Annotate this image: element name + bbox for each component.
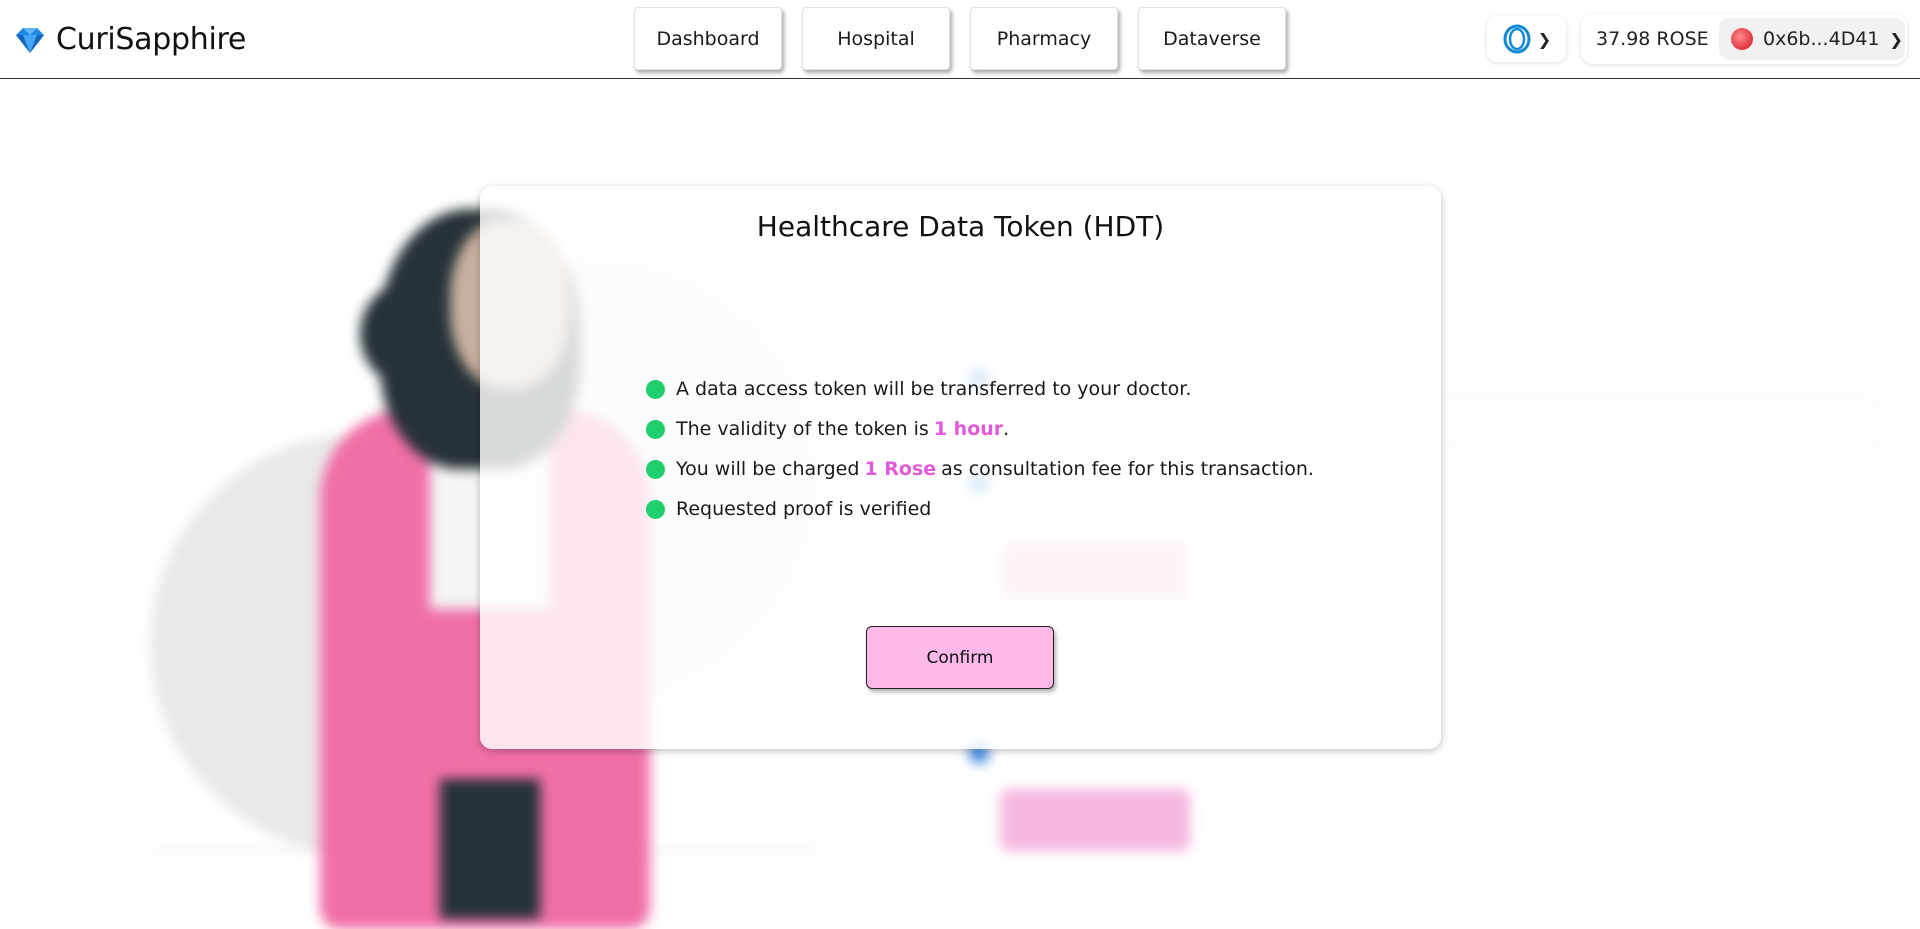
green-check-dot-icon xyxy=(646,459,665,479)
confirm-button[interactable]: Confirm xyxy=(866,626,1054,689)
oasis-ring-icon xyxy=(1503,24,1531,54)
wallet-widget: 37.98 ROSE 0x6b...4D41 ❯ xyxy=(1581,14,1907,64)
nav-dataverse-button[interactable]: Dataverse xyxy=(1138,7,1286,70)
checklist-text: . xyxy=(1003,418,1010,440)
account-address: 0x6b...4D41 xyxy=(1763,28,1880,50)
checklist-item: You will be charged 1 Rose as consultati… xyxy=(646,449,1314,489)
main-nav: Dashboard Hospital Pharmacy Dataverse xyxy=(634,7,1286,70)
brand-name: CuriSapphire xyxy=(56,22,247,57)
checklist-text: Requested proof is verified xyxy=(676,498,932,520)
brand-logo[interactable]: CuriSapphire xyxy=(14,22,246,57)
checklist-item: The validity of the token is 1 hour . xyxy=(646,409,1314,449)
wallet-balance[interactable]: 37.98 ROSE xyxy=(1581,28,1715,50)
chevron-down-icon: ❯ xyxy=(1889,29,1903,49)
account-avatar xyxy=(1731,28,1753,50)
checklist-item: A data access token will be transferred … xyxy=(646,369,1314,409)
checklist: A data access token will be transferred … xyxy=(646,369,1314,529)
sapphire-gem-icon xyxy=(16,27,44,53)
network-selector[interactable]: ❯ xyxy=(1487,16,1566,62)
checklist-text: The validity of the token is xyxy=(676,418,929,440)
top-navbar: CuriSapphire Dashboard Hospital Pharmacy… xyxy=(0,0,1920,79)
green-check-dot-icon xyxy=(646,379,665,399)
bg-button xyxy=(1000,789,1190,851)
fee-highlight: 1 Rose xyxy=(864,458,937,480)
green-check-dot-icon xyxy=(646,499,665,519)
checklist-item: Requested proof is verified xyxy=(646,489,1314,529)
nav-dashboard-button[interactable]: Dashboard xyxy=(634,7,782,70)
checklist-text: You will be charged xyxy=(676,458,860,480)
account-button[interactable]: 0x6b...4D41 ❯ xyxy=(1719,18,1905,60)
validity-highlight: 1 hour xyxy=(933,418,1004,440)
doctor-illustration xyxy=(440,779,540,919)
green-check-dot-icon xyxy=(646,419,665,439)
modal-title: Healthcare Data Token (HDT) xyxy=(756,210,1165,243)
hdt-modal: Healthcare Data Token (HDT) A data acces… xyxy=(480,186,1441,749)
chevron-down-icon: ❯ xyxy=(1537,29,1552,49)
checklist-text: as consultation fee for this transaction… xyxy=(941,458,1314,480)
checklist-text: A data access token will be transferred … xyxy=(676,378,1192,400)
nav-pharmacy-button[interactable]: Pharmacy xyxy=(970,7,1118,70)
nav-hospital-button[interactable]: Hospital xyxy=(802,7,950,70)
